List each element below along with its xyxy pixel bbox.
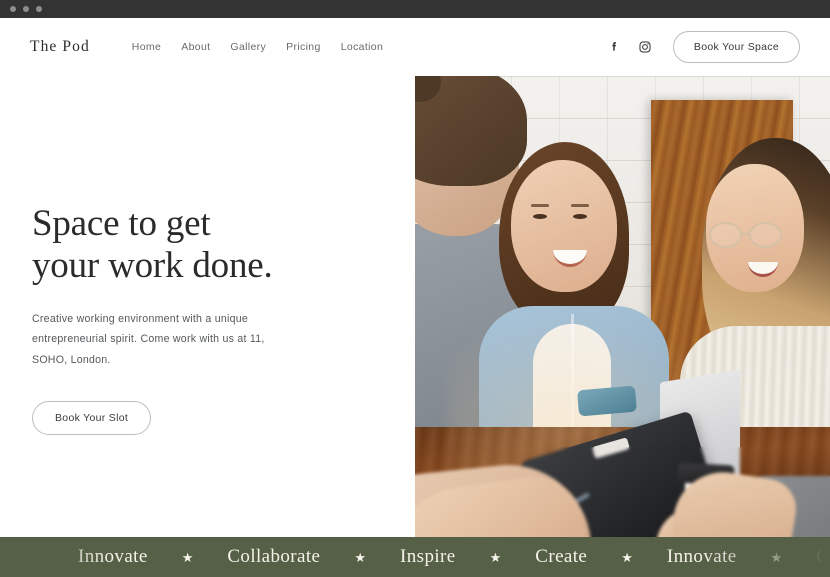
person-center-face [511,160,617,292]
page-root: The Pod Home About Gallery Pricing Locat… [0,18,830,577]
person-center-eye-left [533,214,547,219]
star-icon: ★ [354,549,367,565]
hero-subtitle: Creative working environment with a uniq… [32,312,265,366]
main-navigation: Home About Gallery Pricing Location [132,41,383,53]
book-your-space-button[interactable]: Book Your Space [672,31,800,63]
eyeglasses-lens-left [709,222,742,248]
marquee-word: Collaborate [816,546,830,567]
site-logo[interactable]: The Pod [30,38,90,56]
person-center-brow-left [531,204,549,207]
star-icon: ★ [770,549,783,565]
maximize-dot[interactable] [36,6,42,12]
eyeglasses-lens-right [749,222,782,248]
marquee-banner: Innovate ★ Collaborate ★ Inspire ★ Creat… [0,537,830,577]
nav-item-about[interactable]: About [181,41,210,53]
browser-titlebar [0,0,830,18]
person-center-brow-right [571,204,589,207]
eyeglasses-bridge [740,233,750,236]
site-header: The Pod Home About Gallery Pricing Locat… [0,18,830,76]
hero-photo [415,76,830,577]
hero-title-line-2: your work done. [32,244,273,286]
person-center-eye-right [573,214,587,219]
hero-title: Space to get your work done. [32,203,362,287]
nav-item-home[interactable]: Home [132,41,161,53]
marquee-track: Innovate ★ Collaborate ★ Inspire ★ Creat… [0,546,830,568]
blue-pouch [576,385,638,417]
close-dot[interactable] [10,6,16,12]
book-your-slot-button[interactable]: Book Your Slot [32,400,152,435]
hero-photo-scene [415,76,830,577]
nav-item-gallery[interactable]: Gallery [230,41,266,53]
facebook-icon[interactable] [607,40,622,55]
nav-item-pricing[interactable]: Pricing [286,41,321,53]
marquee-word: Collaborate [227,546,321,567]
hero-content: Space to get your work done. Creative wo… [32,203,362,435]
marquee-word: Create [535,546,588,567]
header-actions: Book Your Space [607,31,800,63]
star-icon: ★ [489,549,502,565]
nav-item-location[interactable]: Location [341,41,384,53]
instagram-icon[interactable] [638,40,653,55]
star-icon: ★ [621,549,633,565]
marquee-word: Innovate [78,546,148,567]
minimize-dot[interactable] [23,6,29,12]
hero-title-line-1: Space to get [32,203,211,244]
marquee-word: Innovate [666,546,737,567]
star-icon: ★ [181,549,194,565]
marquee-word: Inspire [400,546,456,567]
